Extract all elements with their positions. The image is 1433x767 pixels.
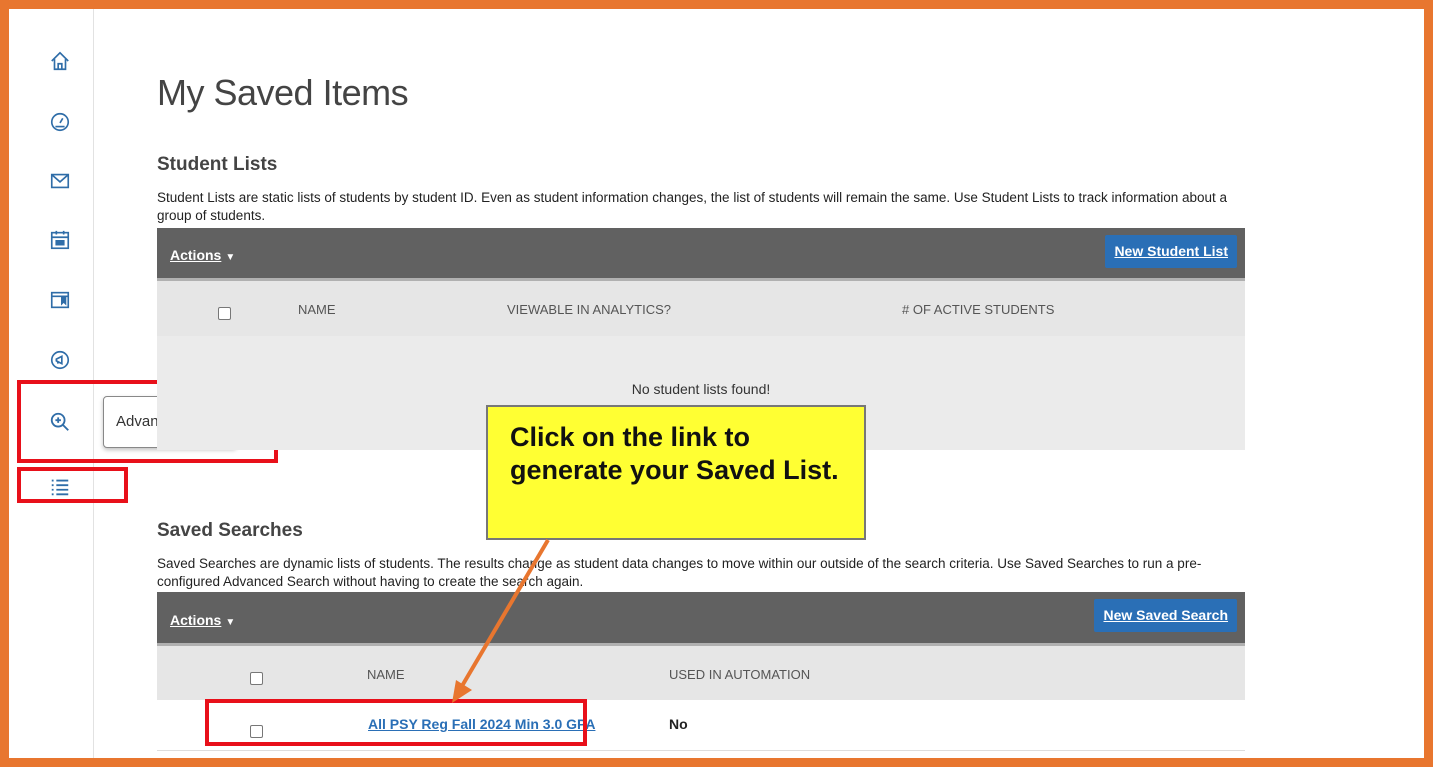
saved-searches-table-header: NAME USED IN AUTOMATION <box>157 646 1245 700</box>
column-name[interactable]: NAME <box>298 302 336 317</box>
column-used-in-automation[interactable]: USED IN AUTOMATION <box>669 667 810 682</box>
dashboard-gauge-icon[interactable] <box>49 111 71 133</box>
student-lists-actions-menu[interactable]: Actions ▼ <box>170 247 235 263</box>
reports-icon[interactable] <box>49 289 71 311</box>
column-name[interactable]: NAME <box>367 667 405 682</box>
student-lists-table-header: NAME VIEWABLE IN ANALYTICS? # OF ACTIVE … <box>157 281 1245 336</box>
mail-icon[interactable] <box>49 170 71 192</box>
instruction-callout: Click on the link to generate your Saved… <box>486 405 866 540</box>
column-viewable-in-analytics[interactable]: VIEWABLE IN ANALYTICS? <box>507 302 671 317</box>
student-lists-description: Student Lists are static lists of studen… <box>157 190 1228 223</box>
new-student-list-button[interactable]: New Student List <box>1105 235 1237 268</box>
advanced-search-icon[interactable] <box>49 411 71 433</box>
select-all-checkbox[interactable] <box>250 672 263 685</box>
calendar-icon[interactable] <box>49 229 71 251</box>
new-saved-search-button[interactable]: New Saved Search <box>1094 599 1237 632</box>
saved-searches-toolbar: Actions ▼ New Saved Search <box>157 592 1245 646</box>
student-lists-toolbar: Actions ▼ New Student List <box>157 228 1245 281</box>
select-all-checkbox[interactable] <box>218 307 231 320</box>
used-in-automation-value: No <box>669 716 688 732</box>
announcement-icon[interactable] <box>49 349 71 371</box>
row-checkbox[interactable] <box>250 725 263 738</box>
saved-searches-description: Saved Searches are dynamic lists of stud… <box>157 556 1202 589</box>
home-icon[interactable] <box>49 50 71 72</box>
saved-search-link[interactable]: All PSY Reg Fall 2024 Min 3.0 GPA <box>368 716 595 732</box>
student-lists-title: Student Lists <box>157 154 278 175</box>
page-title: My Saved Items <box>157 72 409 113</box>
saved-lists-icon[interactable] <box>49 476 71 498</box>
saved-searches-actions-menu[interactable]: Actions ▼ <box>170 612 235 628</box>
sidebar-nav <box>9 9 94 758</box>
table-row: All PSY Reg Fall 2024 Min 3.0 GPA No <box>157 700 1245 751</box>
saved-searches-title: Saved Searches <box>157 520 303 541</box>
empty-message: No student lists found! <box>631 381 771 397</box>
column-active-students[interactable]: # OF ACTIVE STUDENTS <box>902 302 1054 317</box>
